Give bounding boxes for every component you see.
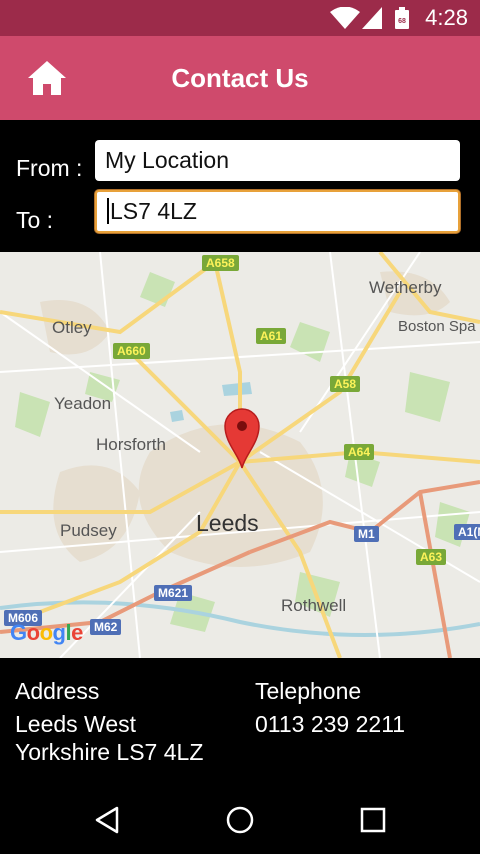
google-logo: Google	[10, 620, 83, 645]
back-icon[interactable]	[91, 804, 123, 836]
page-title: Contact Us	[171, 63, 309, 93]
road-shield: A660	[113, 343, 150, 359]
road-shield: A1(M)	[454, 524, 480, 540]
battery-icon: 68	[395, 7, 409, 29]
address-line1: Leeds West	[15, 711, 137, 737]
place-label: Otley	[52, 318, 92, 337]
place-label: Pudsey	[60, 521, 117, 540]
place-label: Horsforth	[96, 435, 166, 454]
to-field[interactable]: LS7 4LZ	[95, 190, 460, 233]
place-label: Wetherby	[369, 278, 442, 297]
road-shield: M62	[90, 619, 122, 635]
status-bar: 68 4:28	[0, 0, 480, 36]
place-label: Leeds	[196, 510, 259, 536]
recent-apps-icon[interactable]	[357, 804, 389, 836]
road-shield: A61	[256, 328, 287, 344]
address-heading: Address	[15, 678, 100, 704]
app-bar: Contact Us	[0, 36, 480, 120]
place-label: Rothwell	[281, 596, 347, 615]
text-caret	[107, 198, 109, 225]
from-value: My Location	[105, 147, 230, 173]
address-line2: Yorkshire LS7 4LZ	[15, 739, 204, 765]
map-view[interactable]: Wetherby Boston Spa Otley Yeadon Horsfor…	[0, 252, 480, 658]
road-shield: M1	[354, 526, 379, 542]
to-value: LS7 4LZ	[110, 198, 197, 224]
status-time: 4:28	[425, 5, 468, 30]
location-pin-icon[interactable]	[223, 407, 261, 469]
to-label: To :	[16, 207, 54, 233]
from-label: From :	[16, 155, 83, 181]
wifi-icon	[330, 7, 360, 29]
road-shield: M621	[154, 585, 193, 601]
road-shield: A63	[416, 549, 447, 565]
road-shield: A658	[202, 255, 239, 271]
road-shield: A58	[330, 376, 361, 392]
directions-form: From : My Location To : LS7 4LZ	[0, 120, 480, 252]
signal-icon	[362, 7, 382, 29]
place-label: Boston Spa	[398, 318, 476, 335]
svg-text:68: 68	[398, 18, 406, 25]
telephone-value[interactable]: 0113 239 2211	[255, 710, 405, 738]
nav-bar	[0, 788, 480, 854]
place-label: Yeadon	[54, 394, 112, 413]
contact-info: Address Leeds West Yorkshire LS7 4LZ Tel…	[0, 658, 480, 788]
home-circle-icon[interactable]	[224, 804, 256, 836]
road-shield: A64	[344, 444, 375, 460]
telephone-heading: Telephone	[255, 678, 362, 704]
from-field[interactable]: My Location	[95, 140, 460, 181]
